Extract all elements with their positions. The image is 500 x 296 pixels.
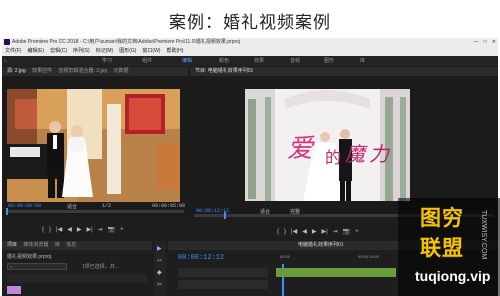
source-playhead[interactable]: [6, 208, 8, 215]
title-art-char-3: 魔: [345, 142, 368, 166]
program-mark-in-icon[interactable]: {: [277, 228, 279, 237]
razor-tool-icon[interactable]: ✂: [157, 281, 162, 288]
add-button-icon[interactable]: +: [120, 226, 124, 235]
mark-in-icon[interactable]: {: [42, 226, 44, 235]
project-selection-count: 1项已选择，共...: [82, 264, 119, 270]
selection-tool-icon[interactable]: ▶: [157, 245, 162, 252]
source-duration: 00:00:05:00: [152, 203, 186, 209]
track-select-tool-icon[interactable]: ⇿: [157, 257, 162, 264]
program-playhead[interactable]: [224, 212, 226, 219]
menu-graphics[interactable]: 图形(G): [119, 47, 136, 56]
program-tabs: 节目: 电脑婚礼效果序列01: [190, 67, 498, 76]
project-panel: 项目 媒体浏览器 库 信息 婚礼视频效果.prproj ⌕ 1项已选择，共...: [2, 241, 152, 296]
menu-help[interactable]: 帮助(H): [166, 47, 183, 56]
tab-media-browser[interactable]: 媒体浏览器: [23, 242, 48, 248]
source-video-frame: [7, 89, 180, 202]
watermark-url: tuqiong.vip: [415, 268, 491, 284]
project-tabs: 项目 媒体浏览器 库 信息: [2, 241, 152, 250]
project-search-input[interactable]: ⌕: [7, 263, 67, 270]
title-art-char-2: 的: [325, 148, 341, 167]
go-to-in-icon[interactable]: |◀: [56, 226, 62, 235]
workspace-effects[interactable]: 效果: [254, 56, 264, 66]
tab-program[interactable]: 节目: 电脑婚礼效果序列01: [195, 68, 253, 74]
menu-clip[interactable]: 剪辑(C): [50, 47, 67, 56]
window-controls: — □ ✕: [474, 38, 496, 47]
watermark-line-2: 联盟: [420, 236, 464, 260]
workspace-libraries[interactable]: 库: [360, 56, 365, 66]
source-transport: { } |◀ ◀ ▶ ▶| ⇥ 📷 +: [42, 226, 124, 235]
timeline-clip[interactable]: [276, 268, 396, 277]
menu-marker[interactable]: 标记(M): [96, 47, 114, 56]
video-track-header: [178, 268, 268, 277]
home-icon[interactable]: ⌂: [4, 56, 7, 66]
search-icon: ⌕: [10, 264, 13, 269]
tab-project[interactable]: 项目: [7, 242, 17, 248]
tab-effect-controls[interactable]: 效果控件: [32, 68, 52, 74]
program-insert-icon[interactable]: ⇥: [333, 228, 338, 237]
wedding-photo-piano: [7, 89, 180, 202]
menu-file[interactable]: 文件(F): [5, 47, 21, 56]
close-button[interactable]: ✕: [492, 38, 496, 47]
banner: 案例：婚礼视频案例: [0, 0, 500, 36]
source-tabs: 源: 2.jpg 效果控件 音频剪辑混合器: 2.jpg 元数据: [2, 67, 188, 76]
watermark-line-1: 图穷: [420, 206, 464, 230]
ruler-tick-0: 00:00: [280, 254, 291, 259]
program-mark-out-icon[interactable]: }: [284, 228, 286, 237]
source-resolution[interactable]: 1/2: [102, 203, 111, 209]
ruler-tick-1: 00:00:15:00: [358, 254, 380, 259]
program-step-back-icon[interactable]: ◀: [302, 228, 307, 237]
workspace-editing[interactable]: 编辑: [182, 56, 192, 66]
workspace-graphics[interactable]: 图形: [324, 56, 334, 66]
tab-libraries[interactable]: 库: [55, 242, 60, 248]
workspace-assembly[interactable]: 组件: [142, 56, 152, 66]
tab-metadata[interactable]: 元数据: [113, 68, 128, 74]
title-art-char-4: 力: [369, 142, 391, 166]
maximize-button[interactable]: □: [484, 38, 487, 47]
menu-sequence[interactable]: 序列(S): [73, 47, 90, 56]
program-video-frame: 爱 的 魔 力: [245, 89, 410, 201]
go-to-out-icon[interactable]: ▶|: [86, 226, 92, 235]
project-title: 婚礼视频效果.prproj: [7, 254, 52, 260]
program-export-frame-icon[interactable]: 📷: [343, 228, 350, 237]
ripple-tool-icon[interactable]: ◆: [157, 269, 162, 276]
source-timecode[interactable]: 00:00:00:00: [8, 203, 41, 209]
source-scrubber[interactable]: [6, 208, 184, 215]
program-add-button-icon[interactable]: +: [355, 228, 359, 237]
workspace-audio[interactable]: 音频: [290, 56, 300, 66]
workspace-learn[interactable]: 学习: [102, 56, 112, 66]
clip-thumbnail[interactable]: [7, 286, 21, 294]
play-icon[interactable]: ▶: [77, 226, 82, 235]
workspace-bar: ⌂ 学习 组件 编辑 颜色 效果 音频 图形 库: [2, 56, 498, 66]
program-play-icon[interactable]: ▶: [312, 228, 317, 237]
tab-timeline-sequence[interactable]: 电脑婚礼效果序列01: [298, 242, 344, 248]
tab-source[interactable]: 源: 2.jpg: [7, 68, 26, 74]
menu-bar: 文件(F) 编辑(E) 剪辑(C) 序列(S) 标记(M) 图形(G) 窗口(W…: [2, 47, 498, 56]
tab-audio-mixer[interactable]: 音频剪辑混合器: 2.jpg: [58, 68, 107, 74]
program-transport: { } |◀ ◀ ▶ ▶| ⇥ 📷 +: [277, 228, 359, 237]
source-fit-select[interactable]: 适合: [67, 203, 77, 210]
title-bar: Adobe Premiere Pro CC 2018 - C:\用户\xuman…: [2, 38, 498, 47]
program-go-to-out-icon[interactable]: ▶|: [321, 228, 327, 237]
tools-panel: ▶ ⇿ ◆ ✂: [154, 241, 166, 296]
mark-out-icon[interactable]: }: [49, 226, 51, 235]
tab-info[interactable]: 信息: [66, 242, 76, 248]
timeline-timecode[interactable]: 00:00:12:12: [178, 254, 224, 262]
watermark-side-text: TUXWISY.COM: [480, 210, 487, 260]
title-art-char-1: 爱: [287, 134, 315, 164]
banner-title: 案例：婚礼视频案例: [169, 13, 331, 33]
project-list-header: [7, 274, 147, 283]
step-back-icon[interactable]: ◀: [67, 226, 72, 235]
audio-track-header: [178, 280, 268, 289]
minimize-button[interactable]: —: [474, 38, 479, 47]
menu-window[interactable]: 窗口(W): [142, 47, 160, 56]
program-go-to-in-icon[interactable]: |◀: [291, 228, 297, 237]
premiere-app-icon: [4, 39, 10, 45]
menu-edit[interactable]: 编辑(E): [27, 47, 44, 56]
insert-icon[interactable]: ⇥: [98, 226, 103, 235]
workspace-color[interactable]: 颜色: [219, 56, 229, 66]
window-title: Adobe Premiere Pro CC 2018 - C:\用户\xuman…: [12, 39, 241, 45]
export-frame-icon[interactable]: 📷: [108, 226, 115, 235]
wedding-photo-title: 爱 的 魔 力: [245, 89, 410, 201]
